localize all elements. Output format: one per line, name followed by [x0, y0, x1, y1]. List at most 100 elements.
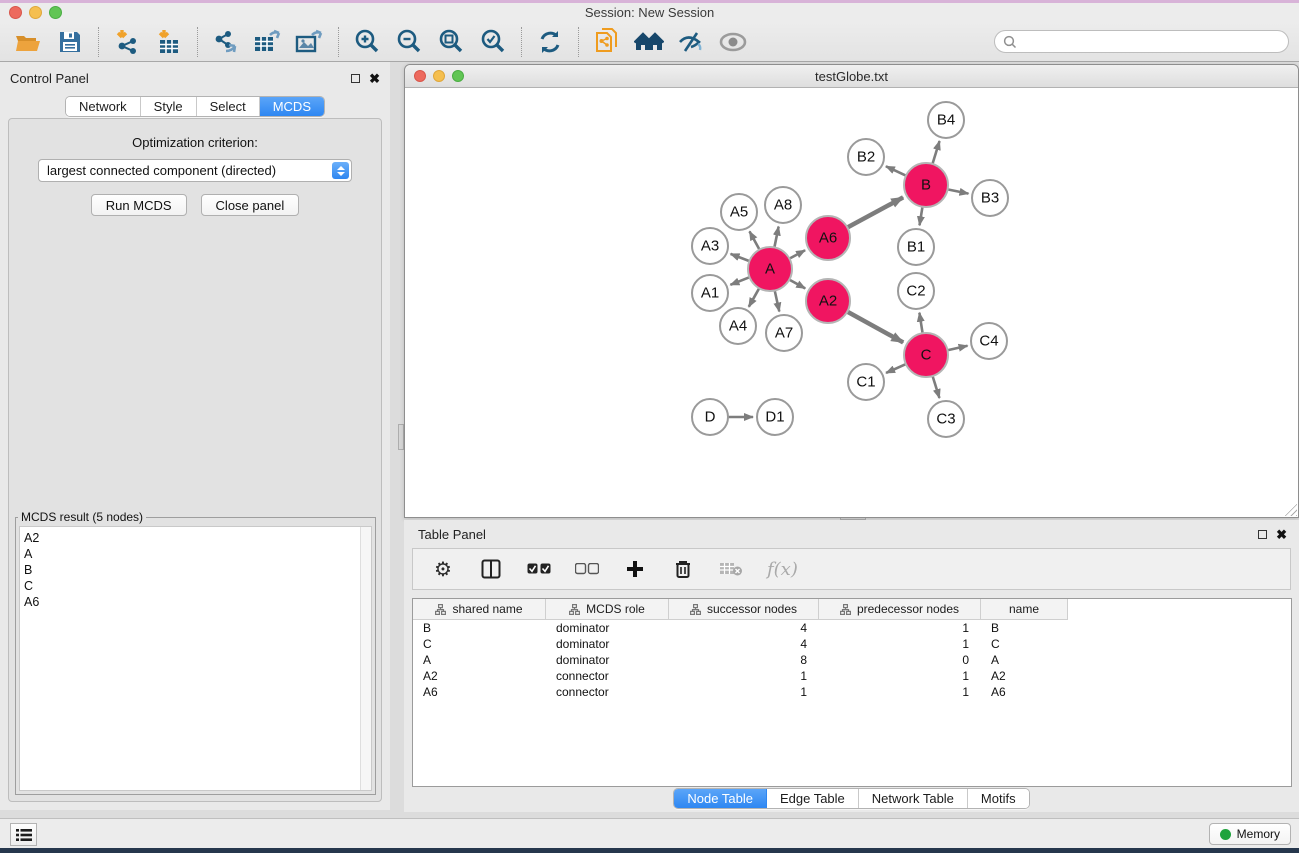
column-header-predecessor-nodes[interactable]: predecessor nodes [819, 599, 981, 620]
float-table-panel-icon[interactable] [1258, 530, 1267, 539]
table-cell[interactable]: C [413, 636, 546, 652]
run-mcds-button[interactable]: Run MCDS [91, 194, 187, 216]
edge-C-C4[interactable] [947, 346, 967, 350]
mcds-result-list[interactable]: A2ABCA6 [19, 526, 372, 791]
close-table-panel-icon[interactable]: ✖ [1276, 528, 1287, 541]
table-cell[interactable]: A2 [413, 668, 546, 684]
edge-A6-B[interactable] [847, 197, 903, 227]
function-builder-icon[interactable]: f(x) [767, 557, 798, 581]
mcds-result-item[interactable]: A [24, 546, 371, 562]
mcds-result-item[interactable]: A6 [24, 594, 371, 610]
zoom-window-button[interactable] [49, 6, 62, 19]
table-cell[interactable]: 1 [669, 684, 819, 700]
save-session-icon[interactable] [54, 27, 86, 57]
select-all-checkboxes-icon[interactable] [527, 557, 551, 581]
close-panel-button[interactable]: Close panel [201, 194, 300, 216]
add-column-icon[interactable] [623, 557, 647, 581]
export-image-icon[interactable] [294, 27, 326, 57]
edge-A-A1[interactable] [730, 277, 749, 285]
edge-A-A6[interactable] [789, 250, 805, 258]
network-zoom-button[interactable] [452, 70, 464, 82]
node-A2[interactable]: A2 [806, 279, 850, 323]
mcds-result-item[interactable]: A2 [24, 530, 371, 546]
close-panel-icon[interactable]: ✖ [369, 72, 380, 85]
deselect-all-checkboxes-icon[interactable] [575, 557, 599, 581]
criterion-select[interactable]: largest connected component (directed) [38, 159, 352, 182]
main-titlebar[interactable]: Session: New Session [0, 3, 1299, 22]
split-columns-icon[interactable] [479, 557, 503, 581]
result-list-scrollbar[interactable] [360, 527, 371, 790]
table-cell[interactable]: dominator [546, 620, 669, 636]
edge-A-A8[interactable] [774, 227, 778, 248]
table-cell[interactable]: A [413, 652, 546, 668]
node-A1[interactable]: A1 [692, 275, 728, 311]
table-cell[interactable]: dominator [546, 636, 669, 652]
import-table-icon[interactable] [153, 27, 185, 57]
table-cell[interactable]: 4 [669, 636, 819, 652]
node-A5[interactable]: A5 [721, 194, 757, 230]
table-cell[interactable]: 1 [669, 668, 819, 684]
table-cell[interactable]: 4 [669, 620, 819, 636]
table-cell[interactable]: 1 [819, 668, 981, 684]
edge-A2-C[interactable] [847, 312, 903, 343]
node-A7[interactable]: A7 [766, 315, 802, 351]
zoom-selected-icon[interactable] [477, 27, 509, 57]
tab-network[interactable]: Network [66, 97, 141, 116]
node-B2[interactable]: B2 [848, 139, 884, 175]
node-table[interactable]: shared nameMCDS rolesuccessor nodesprede… [412, 598, 1292, 787]
node-B4[interactable]: B4 [928, 102, 964, 138]
table-cell[interactable]: 0 [819, 652, 981, 668]
edge-A-A2[interactable] [789, 280, 805, 289]
network-minimize-button[interactable] [433, 70, 445, 82]
column-header-MCDS-role[interactable]: MCDS role [546, 599, 669, 620]
node-A8[interactable]: A8 [765, 187, 801, 223]
node-C2[interactable]: C2 [898, 273, 934, 309]
tab-select[interactable]: Select [197, 97, 260, 116]
edge-C-C3[interactable] [933, 376, 940, 398]
search-input[interactable] [1022, 35, 1280, 49]
node-A[interactable]: A [748, 247, 792, 291]
table-cell[interactable]: 8 [669, 652, 819, 668]
table-cell[interactable]: C [981, 636, 1068, 652]
export-network-icon[interactable] [210, 27, 242, 57]
task-history-button[interactable] [10, 823, 37, 846]
table-tab-motifs[interactable]: Motifs [968, 789, 1029, 808]
column-header-name[interactable]: name [981, 599, 1068, 620]
mcds-result-item[interactable]: C [24, 578, 371, 594]
table-row[interactable]: Adominator80A [413, 652, 1291, 668]
edge-C-C1[interactable] [886, 364, 906, 373]
node-B[interactable]: B [904, 163, 948, 207]
table-cell[interactable]: B [413, 620, 546, 636]
zoom-out-icon[interactable] [393, 27, 425, 57]
network-canvas[interactable]: B4B2BB3A5A8A6A3AB1A1C2A4A7A2CC4C1C3DD1 [405, 88, 1298, 517]
edge-B-B2[interactable] [886, 166, 906, 175]
delete-table-icon[interactable] [719, 557, 743, 581]
edge-A-A5[interactable] [750, 231, 760, 249]
close-window-button[interactable] [9, 6, 22, 19]
mcds-result-item[interactable]: B [24, 562, 371, 578]
gear-icon[interactable]: ⚙ [431, 557, 455, 581]
column-header-shared-name[interactable]: shared name [413, 599, 546, 620]
edge-B-B1[interactable] [920, 207, 923, 226]
houses-icon[interactable] [633, 27, 665, 57]
table-cell[interactable]: A2 [981, 668, 1068, 684]
node-B1[interactable]: B1 [898, 229, 934, 265]
search-field[interactable] [994, 30, 1289, 53]
table-cell[interactable]: A [981, 652, 1068, 668]
table-cell[interactable]: connector [546, 668, 669, 684]
minimize-window-button[interactable] [29, 6, 42, 19]
table-row[interactable]: A6connector11A6 [413, 684, 1291, 700]
float-panel-icon[interactable] [351, 74, 360, 83]
edge-B-B3[interactable] [948, 189, 969, 193]
table-tab-network-table[interactable]: Network Table [859, 789, 968, 808]
memory-button[interactable]: Memory [1209, 823, 1291, 845]
table-cell[interactable]: 1 [819, 620, 981, 636]
node-C3[interactable]: C3 [928, 401, 964, 437]
node-C4[interactable]: C4 [971, 323, 1007, 359]
column-header-successor-nodes[interactable]: successor nodes [669, 599, 819, 620]
eye-icon[interactable] [717, 27, 749, 57]
table-tab-edge-table[interactable]: Edge Table [767, 789, 859, 808]
table-cell[interactable]: A6 [981, 684, 1068, 700]
refresh-icon[interactable] [534, 27, 566, 57]
eye-slash-icon[interactable] [675, 27, 707, 57]
